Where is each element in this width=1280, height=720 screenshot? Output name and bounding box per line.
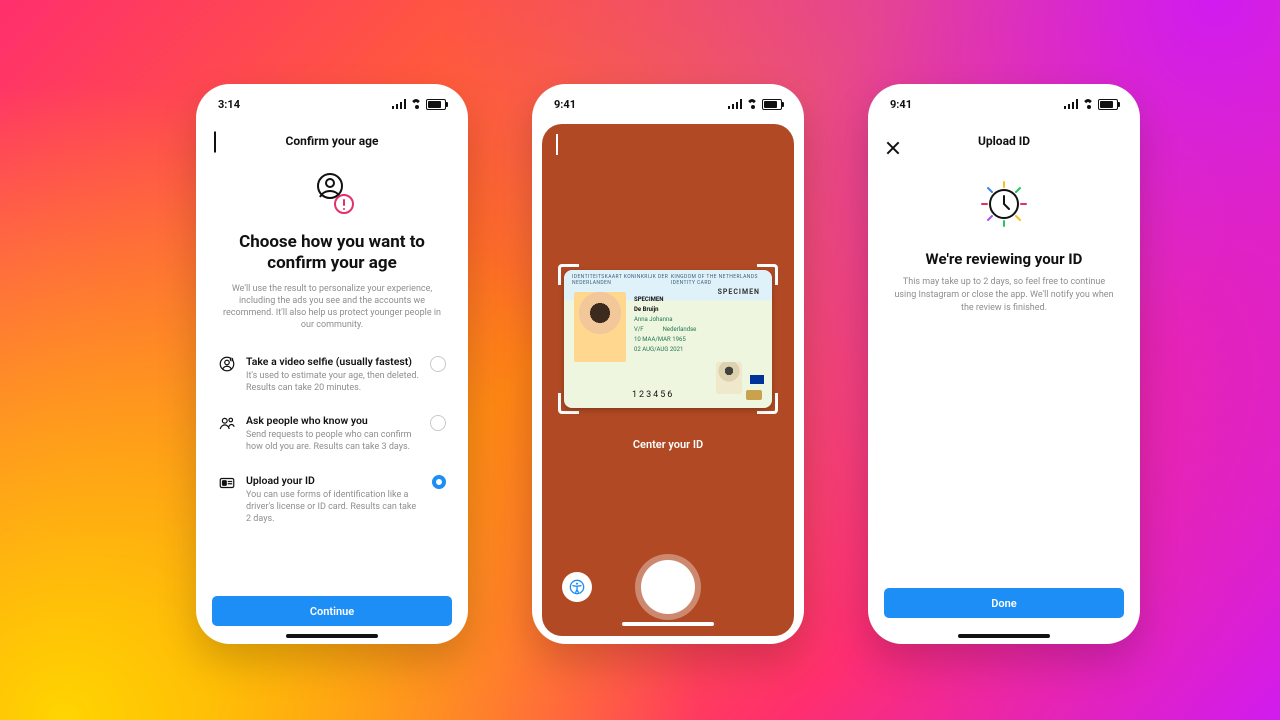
status-bar: 9:41: [532, 84, 804, 124]
home-indicator[interactable]: [622, 622, 714, 626]
battery-icon: [1098, 99, 1118, 110]
status-icons: [1064, 99, 1118, 110]
option-title: Ask people who know you: [246, 414, 420, 427]
page-heading: We're reviewing your ID: [890, 250, 1118, 268]
continue-button[interactable]: Continue: [212, 596, 452, 626]
accessibility-icon: [569, 579, 585, 595]
home-indicator[interactable]: [958, 634, 1050, 638]
id-header-right: KINGDOM OF THE NETHERLANDS IDENTITY CARD: [671, 274, 764, 286]
signal-icon: [728, 99, 742, 109]
home-indicator[interactable]: [286, 634, 378, 638]
id-dob: 10 MAA/MAR 1965: [634, 336, 686, 343]
phone-capture-id: 9:41 IDENTITEITSKAART KONINKRIJK DER NED…: [532, 84, 804, 644]
nav-title: Upload ID: [978, 134, 1030, 148]
clock-burst-icon: [890, 174, 1118, 234]
signal-icon: [392, 99, 406, 109]
id-card-icon: [218, 474, 236, 492]
signal-icon: [1064, 99, 1078, 109]
profile-alert-icon: [216, 168, 448, 224]
option-video-selfie[interactable]: Take a video selfie (usually fastest) It…: [216, 345, 448, 404]
battery-icon: [426, 99, 446, 110]
id-fields: SPECIMEN De Bruijn Anna Johanna V/F Nede…: [634, 296, 724, 356]
clock-time: 3:14: [218, 98, 240, 111]
id-nationality: Nederlandse: [663, 326, 697, 333]
chevron-left-icon: [556, 134, 558, 155]
option-title: Upload your ID: [246, 474, 422, 487]
nav-title: Confirm your age: [285, 134, 378, 148]
app-showcase: 3:14 Confirm your age: [0, 0, 1280, 720]
wifi-icon: [1082, 99, 1094, 109]
id-header-left: IDENTITEITSKAART KONINKRIJK DER NEDERLAN…: [572, 274, 671, 286]
option-upload-id[interactable]: Upload your ID You can use forms of iden…: [216, 464, 448, 535]
id-sex: V/F: [634, 326, 644, 333]
status-bar: 3:14: [196, 84, 468, 124]
video-selfie-icon: [218, 355, 236, 373]
wifi-icon: [746, 99, 758, 109]
id-scan-frame: IDENTITEITSKAART KONINKRIJK DER NEDERLAN…: [558, 264, 778, 414]
option-title: Take a video selfie (usually fastest): [246, 355, 420, 368]
nav-bar: Confirm your age: [196, 124, 468, 158]
back-button[interactable]: [556, 134, 558, 153]
id-number: 123456: [632, 390, 674, 400]
battery-icon: [762, 99, 782, 110]
id-surname: De Bruijn: [634, 306, 659, 313]
wifi-icon: [410, 99, 422, 109]
id-watermark: SPECIMEN: [718, 288, 760, 296]
phone-reviewing-id: 9:41 Upload ID: [868, 84, 1140, 644]
page-body: This may take up to 2 days, so feel free…: [892, 276, 1116, 315]
shutter-button[interactable]: [641, 560, 695, 614]
option-ask-people[interactable]: Ask people who know you Send requests to…: [216, 404, 448, 463]
radio-unselected[interactable]: [430, 415, 446, 431]
option-desc: You can use forms of identification like…: [246, 489, 422, 525]
confirm-age-content: Choose how you want to confirm your age …: [196, 164, 468, 588]
radio-unselected[interactable]: [430, 356, 446, 372]
eu-flag-icon: [750, 375, 764, 384]
back-button[interactable]: [214, 132, 216, 151]
camera-viewport: IDENTITEITSKAART KONINKRIJK DER NEDERLAN…: [542, 124, 794, 636]
id-given-names: Anna Johanna: [634, 316, 672, 323]
people-icon: [218, 414, 236, 432]
status-bar: 9:41: [868, 84, 1140, 124]
id-photo: [574, 292, 626, 362]
camera-hint: Center your ID: [542, 438, 794, 451]
radio-selected[interactable]: [432, 475, 446, 489]
accessibility-button[interactable]: [562, 572, 592, 602]
status-icons: [392, 99, 446, 110]
clock-time: 9:41: [554, 98, 576, 111]
done-button[interactable]: Done: [884, 588, 1124, 618]
id-chip-icon: [746, 390, 762, 400]
id-expiry: 02 AUG/AUG 2021: [634, 346, 683, 353]
status-icons: [728, 99, 782, 110]
phone-confirm-age: 3:14 Confirm your age: [196, 84, 468, 644]
id-card-preview: IDENTITEITSKAART KONINKRIJK DER NEDERLAN…: [564, 270, 772, 408]
reviewing-content: We're reviewing your ID This may take up…: [868, 168, 1140, 315]
clock-time: 9:41: [890, 98, 912, 111]
option-desc: It's used to estimate your age, then del…: [246, 370, 420, 394]
option-desc: Send requests to people who can confirm …: [246, 429, 420, 453]
chevron-left-icon: [214, 132, 216, 153]
page-lead: We'll use the result to personalize your…: [220, 283, 444, 332]
nav-bar: Upload ID: [868, 124, 1140, 158]
page-heading: Choose how you want to confirm your age: [226, 232, 438, 275]
id-specimen-label: SPECIMEN: [634, 296, 663, 303]
id-ghost-photo: [716, 362, 742, 394]
